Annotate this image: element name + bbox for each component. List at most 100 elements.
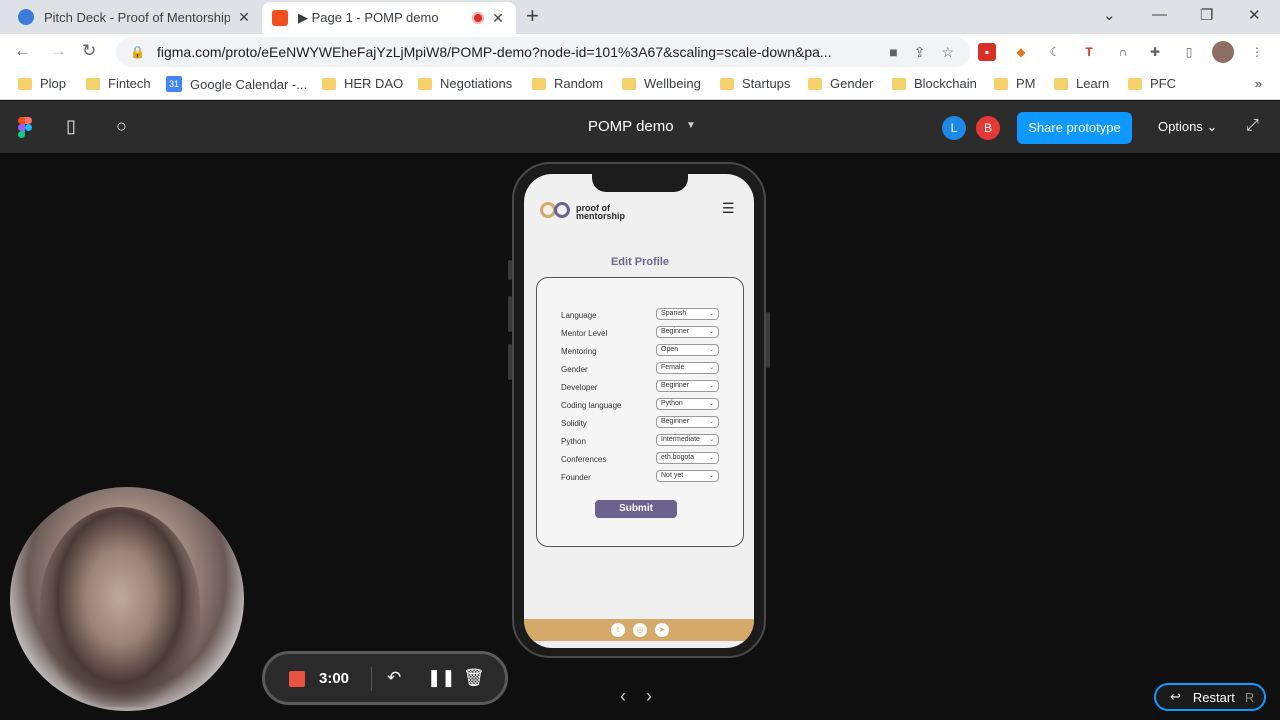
arc-extension-icon[interactable]: ∩	[1114, 43, 1132, 61]
lock-icon: 🔒	[130, 45, 145, 59]
profile-avatar[interactable]	[1212, 41, 1234, 63]
browser-tab-pomp-demo[interactable]: ▶ Page 1 - POMP demo ✕	[262, 2, 516, 34]
bookmark-folder[interactable]: PM	[994, 76, 1036, 91]
form-row-python: Python Intermediate ⌄	[561, 434, 721, 448]
bookmark-folder[interactable]: PFC	[1128, 76, 1176, 91]
app-logo-text: proof of mentorship	[576, 203, 626, 221]
share-prototype-button[interactable]: Share prototype	[1017, 112, 1132, 144]
bookmark-folder[interactable]: Blockchain	[892, 76, 977, 91]
bookmark-folder[interactable]: Random	[532, 76, 603, 91]
extensions-puzzle-icon[interactable]: ✚	[1146, 43, 1164, 61]
menu-dots-icon[interactable]: ⋮	[1248, 43, 1266, 61]
form-row-gender: Gender Female ⌄	[561, 362, 721, 376]
browser-tab-pitch-deck[interactable]: Pitch Deck - Proof of Mentorship ✕	[8, 0, 262, 34]
bookmark-folder[interactable]: Gender	[808, 76, 873, 91]
reload-icon[interactable]: ↻	[82, 41, 96, 61]
form-row-conferences: Conferences eth.bogota ⌄	[561, 452, 721, 466]
back-icon[interactable]: ←	[14, 41, 31, 61]
folder-icon	[1128, 77, 1142, 90]
bookmark-star-icon[interactable]: ☆	[941, 44, 954, 61]
previous-frame-icon[interactable]: ‹	[620, 686, 626, 707]
gender-select[interactable]: Female ⌄	[656, 362, 719, 374]
share-icon[interactable]: ⇪	[914, 44, 926, 61]
fullscreen-icon[interactable]: ⤢	[1246, 117, 1259, 135]
tab-search-icon[interactable]: ⌄	[1103, 6, 1116, 24]
folder-icon	[892, 77, 906, 90]
address-bar[interactable]: 🔒 figma.com/proto/eEeNWYWEheFajYzLjMpiW8…	[116, 37, 970, 67]
bookmark-folder[interactable]: Startups	[720, 76, 790, 91]
side-panel-icon[interactable]: ▯	[1180, 43, 1198, 61]
bookmark-folder[interactable]: Fintech	[86, 76, 151, 91]
phone-notch	[592, 174, 688, 192]
conferences-select[interactable]: eth.bogota ⌄	[656, 452, 719, 464]
close-tab-icon[interactable]: ✕	[490, 10, 506, 27]
chevron-down-icon: ⌄	[708, 347, 714, 353]
trash-icon[interactable]: 🗑	[463, 668, 485, 688]
avatar[interactable]: L	[942, 116, 966, 140]
mentoring-select[interactable]: Open ⌄	[656, 344, 719, 356]
sidebar-toggle-icon[interactable]: ▯	[66, 116, 76, 137]
bookmark-folder[interactable]: Learn	[1054, 76, 1109, 91]
avatar[interactable]: B	[976, 116, 1000, 140]
chevron-down-icon: ⌄	[708, 473, 714, 479]
bookmarks-overflow-icon[interactable]: »	[1255, 76, 1262, 91]
chevron-down-icon: ⌄	[708, 455, 714, 461]
phone-frame: proof of mentorship ☰ Edit Profile Langu…	[508, 162, 770, 658]
coding-language-select[interactable]: Python ⌄	[656, 398, 719, 410]
bookmark-folder[interactable]: Negotiations	[418, 76, 512, 91]
options-label: Options	[1158, 119, 1203, 134]
chevron-down-icon[interactable]: ▼	[686, 120, 696, 131]
phone-button	[508, 296, 512, 332]
forward-icon[interactable]: →	[50, 41, 67, 61]
figma-prototype-header: ▯ ○ POMP demo ▼ L B Share prototype Opti…	[0, 101, 1280, 153]
document-title[interactable]: POMP demo	[588, 118, 674, 135]
folder-icon	[18, 77, 32, 90]
close-window-icon[interactable]: ✕	[1248, 6, 1261, 24]
figma-logo-icon[interactable]	[18, 117, 32, 138]
camera-icon[interactable]: ■	[889, 44, 897, 60]
submit-button[interactable]: Submit	[595, 500, 677, 518]
chevron-down-icon: ⌄	[708, 419, 714, 425]
undo-icon[interactable]: ↶	[387, 668, 401, 688]
instagram-icon[interactable]: ◎	[633, 623, 647, 637]
metamask-icon[interactable]: ◆	[1012, 43, 1030, 61]
twitter-icon[interactable]: t	[611, 623, 625, 637]
bookmark-folder[interactable]: Plop	[18, 76, 66, 91]
options-dropdown[interactable]: Options ⌄	[1158, 119, 1217, 135]
bookmark-link[interactable]: 31 Google Calendar -...	[166, 76, 307, 92]
telegram-icon[interactable]: ➤	[655, 623, 669, 637]
tp-extension-icon[interactable]: T	[1080, 43, 1098, 61]
comment-icon[interactable]: ○	[116, 116, 127, 137]
close-tab-icon[interactable]: ✕	[236, 9, 252, 26]
founder-select[interactable]: Not yet ⌄	[656, 470, 719, 482]
pom-logo-icon	[540, 202, 574, 224]
folder-icon	[994, 77, 1008, 90]
browser-toolbar: ← → ↻ 🔒 figma.com/proto/eEeNWYWEheFajYzL…	[0, 34, 1280, 70]
extension-icon[interactable]: ▪	[978, 43, 996, 61]
hamburger-menu-icon[interactable]: ☰	[722, 200, 735, 217]
restore-icon[interactable]: ❐	[1200, 6, 1213, 24]
developer-select[interactable]: Beginner ⌄	[656, 380, 719, 392]
edit-profile-form: Language Spanish ⌄ Mentor Level Beginner ⌄…	[536, 277, 744, 547]
bookmark-folder[interactable]: Wellbeing	[622, 76, 701, 91]
minimize-icon[interactable]: —	[1152, 6, 1167, 23]
form-row-founder: Founder Not yet ⌄	[561, 470, 721, 484]
mentor-level-select[interactable]: Beginner ⌄	[656, 326, 719, 338]
restart-shortcut: R	[1244, 689, 1255, 705]
stop-recording-button[interactable]	[289, 671, 305, 687]
new-tab-button[interactable]: +	[526, 5, 539, 27]
form-row-mentoring: Mentoring Open ⌄	[561, 344, 721, 358]
restart-label: Restart	[1192, 689, 1235, 705]
python-select[interactable]: Intermediate ⌄	[656, 434, 719, 446]
dark-mode-icon[interactable]: ☾	[1046, 43, 1064, 61]
calendar-icon: 31	[166, 76, 182, 92]
chevron-down-icon: ⌄	[708, 437, 714, 443]
language-select[interactable]: Spanish ⌄	[656, 308, 719, 320]
form-row-coding-language: Coding language Python ⌄	[561, 398, 721, 412]
next-frame-icon[interactable]: ›	[646, 686, 652, 707]
folder-icon	[622, 77, 636, 90]
restart-button[interactable]: ↩ Restart R	[1154, 683, 1266, 711]
pause-icon[interactable]: ❚❚	[427, 668, 456, 688]
bookmark-folder[interactable]: HER DAO	[322, 76, 403, 91]
solidity-select[interactable]: Beginner ⌄	[656, 416, 719, 428]
